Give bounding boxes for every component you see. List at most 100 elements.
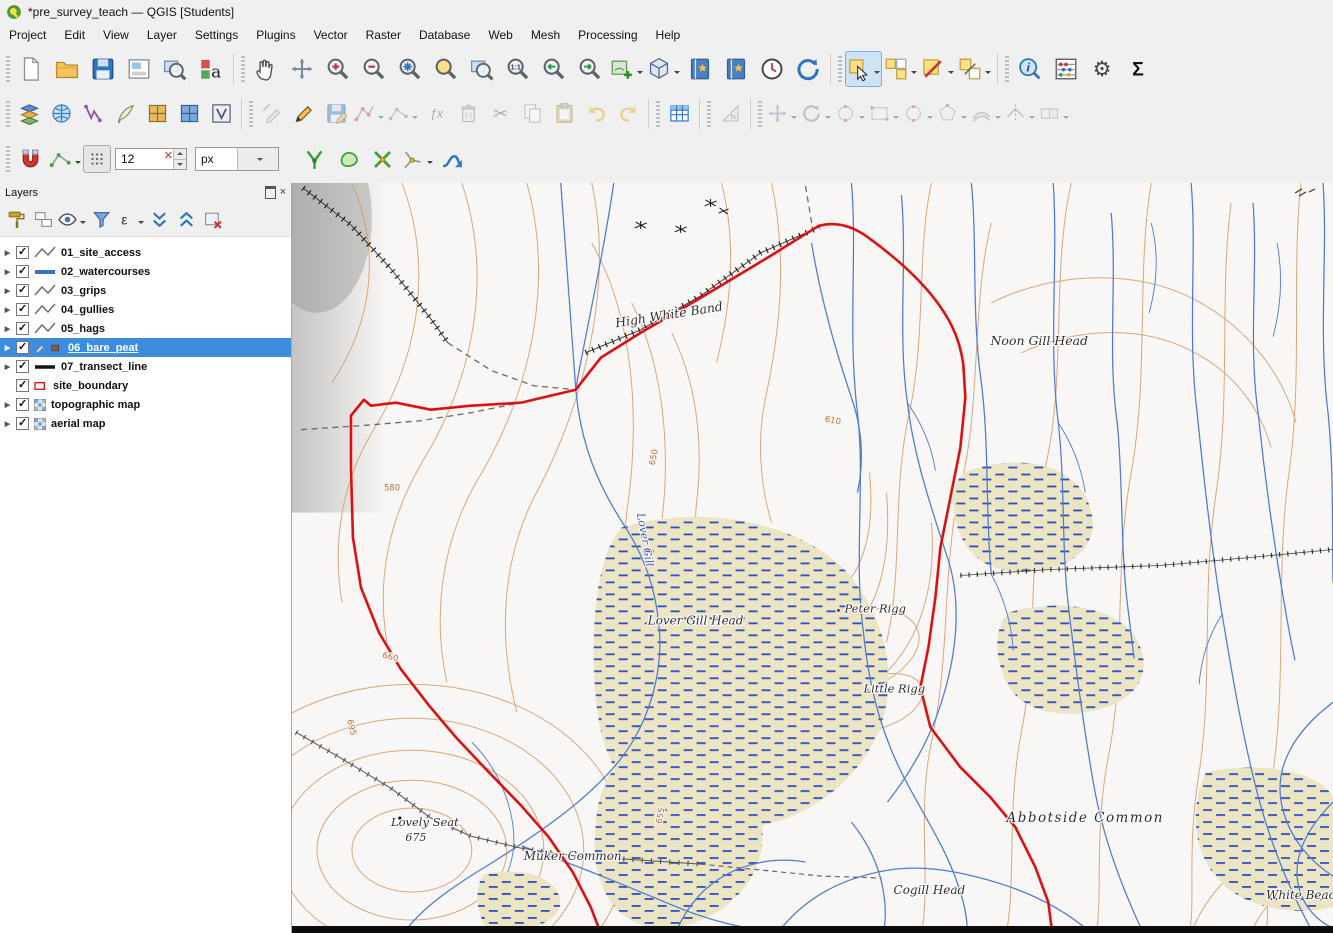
expand-arrow-icon[interactable] <box>3 363 12 371</box>
layer-checkbox[interactable] <box>16 322 29 335</box>
new-virtual-layer-button[interactable] <box>205 98 237 130</box>
expand-all-button[interactable] <box>146 206 172 232</box>
menu-help[interactable]: Help <box>647 25 690 45</box>
layer-checkbox[interactable] <box>16 303 29 316</box>
new-print-layout-button[interactable] <box>121 51 157 87</box>
invert-selection-button[interactable] <box>956 51 993 87</box>
zoom-full-button[interactable] <box>392 51 428 87</box>
layer-checkbox[interactable] <box>16 360 29 373</box>
expand-arrow-icon[interactable] <box>3 306 12 314</box>
dropdown-arrow-icon[interactable] <box>927 116 933 122</box>
layer-tree[interactable]: 01_site_access 02_watercourses 03_grips … <box>0 237 291 933</box>
style-manager-button[interactable] <box>193 51 229 87</box>
toolbar-grip[interactable] <box>707 101 711 127</box>
regular-polygon-tool-button[interactable] <box>935 98 969 130</box>
menu-database[interactable]: Database <box>410 25 479 45</box>
menu-raster[interactable]: Raster <box>357 25 410 45</box>
combo-arrow-icon[interactable] <box>237 148 279 170</box>
menu-plugins[interactable]: Plugins <box>247 25 304 45</box>
new-temporary-scratch-layer-button[interactable] <box>109 98 141 130</box>
deselect-features-button[interactable] <box>919 51 956 87</box>
field-calculator-button[interactable] <box>1048 51 1084 87</box>
avoid-overlap-button[interactable] <box>331 142 365 176</box>
expand-arrow-icon[interactable] <box>3 401 12 409</box>
zoom-native-button[interactable] <box>500 51 536 87</box>
menu-web[interactable]: Web <box>479 25 521 45</box>
dropdown-arrow-icon[interactable] <box>80 221 86 227</box>
dropdown-arrow-icon[interactable] <box>985 71 991 77</box>
expand-arrow-icon[interactable] <box>3 249 12 257</box>
menu-processing[interactable]: Processing <box>569 25 646 45</box>
layer-row-topographic-map[interactable]: topographic map <box>0 395 291 414</box>
dropdown-arrow-icon[interactable] <box>637 71 643 77</box>
menu-project[interactable]: Project <box>0 25 55 45</box>
dropdown-arrow-icon[interactable] <box>791 116 797 122</box>
filter-legend-button[interactable] <box>88 206 114 232</box>
filter-by-expression-button[interactable] <box>115 206 145 232</box>
menu-layer[interactable]: Layer <box>138 25 186 45</box>
open-layer-styling-button[interactable] <box>3 206 29 232</box>
ellipse-tool-button[interactable] <box>901 98 935 130</box>
spin-down-icon[interactable] <box>177 163 183 169</box>
spin-up-icon[interactable] <box>177 149 183 155</box>
save-project-button[interactable] <box>85 51 121 87</box>
snapping-mode-button[interactable] <box>47 142 83 176</box>
delete-selected-button[interactable] <box>452 98 484 130</box>
expand-arrow-icon[interactable] <box>3 344 12 352</box>
layer-checkbox[interactable] <box>16 284 29 297</box>
toolbar-grip[interactable] <box>838 56 842 82</box>
layer-checkbox[interactable] <box>16 341 29 354</box>
spinner-arrows[interactable] <box>173 149 186 169</box>
self-snapping-button[interactable] <box>399 142 435 176</box>
layer-row-grips[interactable]: 03_grips <box>0 281 291 300</box>
current-edits-button[interactable] <box>256 98 288 130</box>
save-layer-edits-button[interactable] <box>320 98 352 130</box>
toolbar-grip[interactable] <box>656 101 660 127</box>
toolbar-grip[interactable] <box>6 56 10 82</box>
cut-features-button[interactable] <box>484 98 516 130</box>
dropdown-arrow-icon[interactable] <box>412 116 418 122</box>
select-by-value-button[interactable] <box>882 51 919 87</box>
new-geopackage-button[interactable] <box>45 98 77 130</box>
menu-edit[interactable]: Edit <box>55 25 94 45</box>
toolbar-grip[interactable] <box>6 101 10 127</box>
dropdown-arrow-icon[interactable] <box>1029 116 1035 122</box>
expand-arrow-icon[interactable] <box>3 325 12 333</box>
toolbar-grip[interactable] <box>758 101 762 127</box>
zoom-next-button[interactable] <box>572 51 608 87</box>
new-project-button[interactable] <box>13 51 49 87</box>
toolbar-grip[interactable] <box>1005 56 1009 82</box>
reshape-features-button[interactable] <box>969 98 1003 130</box>
remove-layer-button[interactable] <box>200 206 226 232</box>
manage-map-themes-button[interactable] <box>57 206 87 232</box>
select-features-button[interactable] <box>845 51 882 87</box>
toolbar-grip[interactable] <box>249 101 253 127</box>
split-features-button[interactable] <box>1003 98 1037 130</box>
circle-tool-button[interactable] <box>833 98 867 130</box>
new-gpx-layer-button[interactable] <box>141 98 173 130</box>
refresh-map-button[interactable] <box>790 51 826 87</box>
layer-checkbox[interactable] <box>16 417 29 430</box>
data-source-manager-button[interactable] <box>13 98 45 130</box>
zoom-to-selection-button[interactable] <box>428 51 464 87</box>
layer-checkbox[interactable] <box>16 246 29 259</box>
menu-vector[interactable]: Vector <box>305 25 357 45</box>
layer-row-site-access[interactable]: 01_site_access <box>0 243 291 262</box>
zoom-in-button[interactable] <box>320 51 356 87</box>
new-spatial-bookmark-button[interactable] <box>682 51 718 87</box>
menu-mesh[interactable]: Mesh <box>522 25 569 45</box>
zoom-last-button[interactable] <box>536 51 572 87</box>
vertex-tool-button[interactable] <box>386 98 420 130</box>
new-spatialite-layer-button[interactable] <box>173 98 205 130</box>
copy-features-button[interactable] <box>516 98 548 130</box>
move-feature-button[interactable] <box>765 98 799 130</box>
layer-row-bare-peat[interactable]: 06_bare_peat <box>0 338 291 357</box>
dropdown-arrow-icon[interactable] <box>825 116 831 122</box>
dropdown-arrow-icon[interactable] <box>75 161 81 167</box>
expand-arrow-icon[interactable] <box>3 268 12 276</box>
pan-to-selection-button[interactable] <box>284 51 320 87</box>
undock-panel-icon[interactable] <box>265 186 276 199</box>
dropdown-arrow-icon[interactable] <box>1063 116 1069 122</box>
open-attribute-table-button[interactable] <box>663 98 695 130</box>
processing-toolbox-button[interactable] <box>1084 51 1120 87</box>
